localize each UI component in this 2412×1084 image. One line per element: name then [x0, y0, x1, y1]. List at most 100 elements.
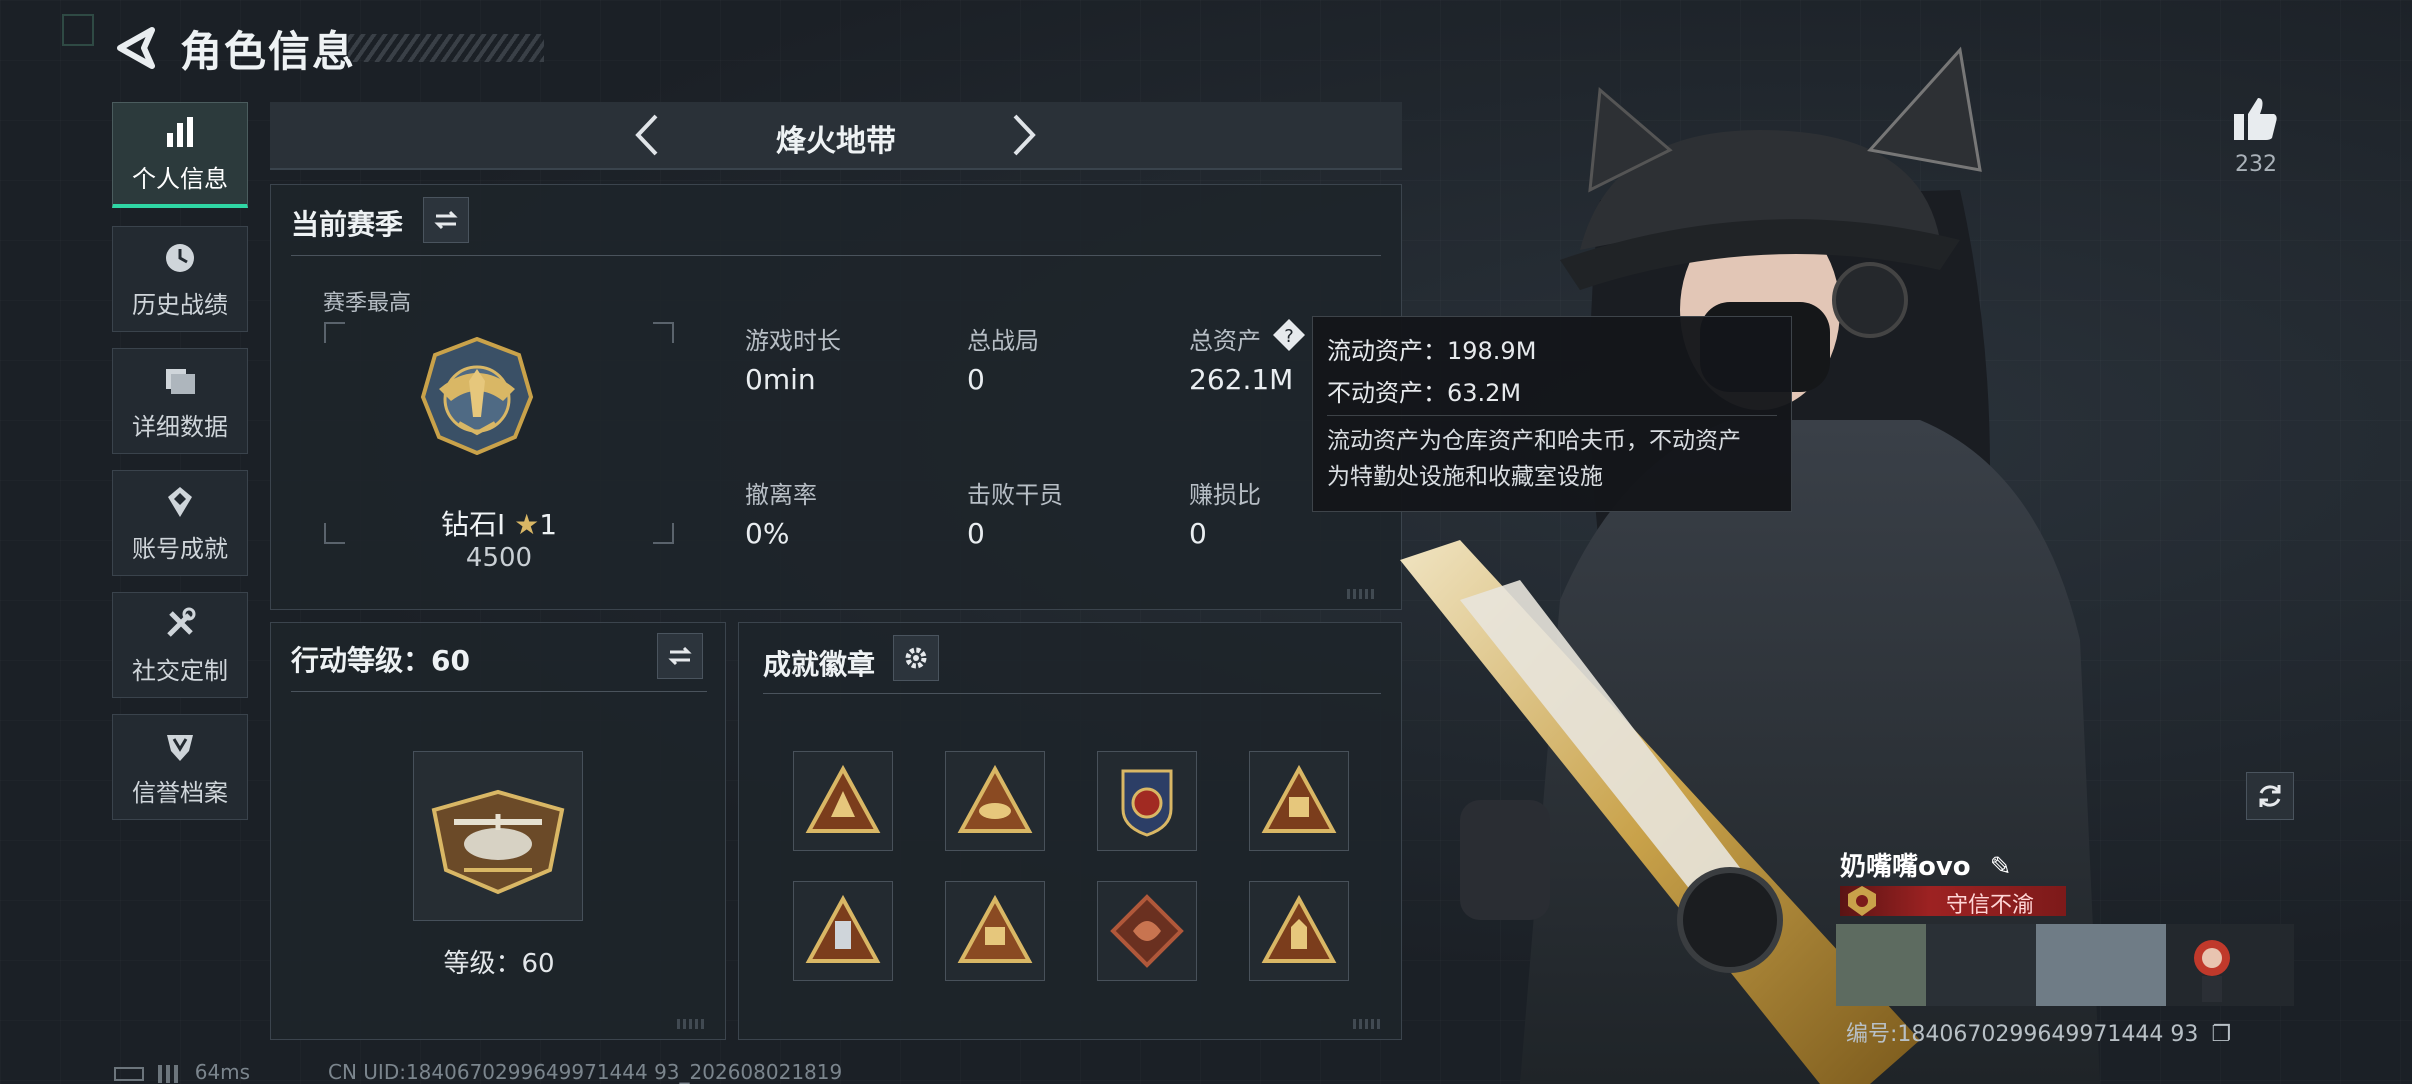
title-decoration [348, 34, 544, 62]
badge-icon [805, 764, 881, 833]
badges-settings-button[interactable] [893, 635, 939, 681]
achievement-badge[interactable] [793, 881, 893, 981]
achievement-badge[interactable] [945, 751, 1045, 851]
sidebar-item-credit[interactable]: 信誉档案 [112, 714, 248, 820]
stat-value: 0 [967, 363, 985, 396]
badges-title: 成就徽章 [763, 648, 876, 681]
badge-icon [1121, 769, 1173, 837]
corner-decoration [677, 1019, 707, 1029]
badge-icon [1261, 894, 1337, 963]
thumbs-up-icon [2234, 98, 2277, 140]
stat-value: 0% [745, 517, 790, 550]
sidebar-item-label: 信誉档案 [132, 778, 228, 807]
liquid-assets: 流动资产：198.9M [1327, 337, 1537, 365]
badge-icon [805, 894, 881, 963]
divider [291, 691, 707, 692]
next-mode-button[interactable] [1005, 112, 1041, 158]
asset-tooltip: 流动资产：198.9M 不动资产：63.2M 流动资产为仓库资产和哈夫币，不动资… [1312, 316, 1792, 512]
fixed-assets: 不动资产：63.2M [1327, 379, 1522, 407]
corner-marker [62, 14, 94, 46]
season-switch-button[interactable] [423, 197, 469, 243]
achievement-badge[interactable] [793, 751, 893, 851]
question-icon: ? [1273, 319, 1305, 351]
divider [763, 693, 1381, 694]
sidebar-item-label: 详细数据 [132, 412, 228, 441]
stat-label: 总战局 [967, 327, 1039, 355]
shield-icon [167, 734, 193, 761]
like-button[interactable]: 232 [2226, 96, 2286, 177]
season-best-label: 赛季最高 [323, 291, 412, 316]
level-emblem-frame [413, 751, 583, 921]
player-id: 编号:1840670299649971444 93 ❐ [1846, 1016, 2231, 1048]
tooltip-desc-line1: 流动资产为仓库资产和哈夫币，不动资产 [1327, 428, 1741, 454]
corner-decoration [1353, 1019, 1383, 1029]
battery-icon [114, 1066, 144, 1081]
sidebar-item-label: 账号成就 [132, 534, 228, 563]
refresh-icon [2259, 785, 2281, 807]
mode-selector: 烽火地带 [270, 102, 1402, 170]
sidebar-item-details[interactable]: 详细数据 [112, 348, 248, 454]
player-name: 奶嘴嘴ovo ✎ [1840, 846, 2012, 883]
stat-value: 0min [745, 363, 816, 396]
sidebar-item-personal-info[interactable]: 个人信息 [112, 102, 248, 208]
chevron-right-icon [1013, 114, 1036, 156]
achievement-badge[interactable] [1249, 881, 1349, 981]
diamond-rank-emblem [420, 337, 534, 455]
divider [1327, 415, 1777, 416]
player-banner [1836, 924, 2294, 1006]
stat-value: 0 [967, 517, 985, 550]
rank-line: 钻石Ⅰ ★1 [331, 503, 667, 543]
ping-value: 64ms [194, 1060, 251, 1084]
achievement-badge[interactable] [1097, 751, 1197, 851]
corner-decoration [1347, 589, 1377, 599]
badge-icon [957, 764, 1033, 833]
player-id-text: 编号:1840670299649971444 93 [1846, 1022, 2199, 1047]
mode-title: 烽火地带 [776, 124, 896, 159]
gear-icon [905, 647, 927, 669]
stat-label: 游戏时长 [745, 327, 841, 355]
badges-panel: 成就徽章 [738, 622, 1402, 1040]
asset-help-button[interactable]: ? [1271, 317, 1307, 353]
sidebar-item-label: 社交定制 [132, 656, 228, 685]
achievement-icon [168, 486, 192, 517]
page-title: 角色信息 [180, 27, 357, 76]
back-arrow-icon [117, 27, 155, 69]
back-button[interactable] [112, 24, 158, 72]
achievement-badge[interactable] [1249, 751, 1349, 851]
level-title: 行动等级：60 [291, 644, 470, 677]
reputation-text: 守信不渝 [1946, 893, 2035, 918]
bar-chart-icon [167, 117, 193, 147]
sidebar-item-social[interactable]: 社交定制 [112, 592, 248, 698]
season-title: 当前赛季 [291, 208, 404, 241]
uid-text: CN UID:1840670299649971444 93_2026080218… [328, 1060, 843, 1084]
level-switch-button[interactable] [657, 633, 703, 679]
copy-icon[interactable]: ❐ [2211, 1022, 2231, 1047]
folder-icon [166, 368, 195, 394]
sidebar-item-label: 个人信息 [132, 165, 228, 193]
star-icon: ★ [514, 508, 540, 541]
badge-icon [1110, 894, 1184, 968]
level-caption: 等级：60 [443, 949, 555, 979]
swap-icon [434, 210, 458, 230]
stat-label: 击败干员 [967, 481, 1063, 509]
stat-label: 撤离率 [745, 481, 817, 509]
like-count: 232 [2235, 152, 2277, 177]
helicopter-emblem [431, 789, 565, 895]
sidebar-item-history[interactable]: 历史战绩 [112, 226, 248, 332]
achievement-badge[interactable] [1097, 881, 1197, 981]
edit-icon[interactable]: ✎ [1990, 852, 2012, 882]
refresh-button[interactable] [2246, 772, 2294, 820]
rank-name: 钻石Ⅰ [440, 508, 506, 541]
signal-icon [158, 1064, 181, 1083]
stat-value: 262.1M [1189, 363, 1294, 396]
stat-label: 赚损比 [1189, 481, 1261, 509]
sidebar-item-achievements[interactable]: 账号成就 [112, 470, 248, 576]
badge-icon [1261, 764, 1337, 833]
stat-value: 0 [1189, 517, 1207, 550]
stat-label: 总资产 [1189, 327, 1261, 355]
player-name-text: 奶嘴嘴ovo [1840, 852, 1971, 882]
svg-text:?: ? [1284, 326, 1294, 347]
tools-icon [167, 607, 196, 637]
rank-score: 4500 [465, 543, 533, 573]
achievement-badge[interactable] [945, 881, 1045, 981]
